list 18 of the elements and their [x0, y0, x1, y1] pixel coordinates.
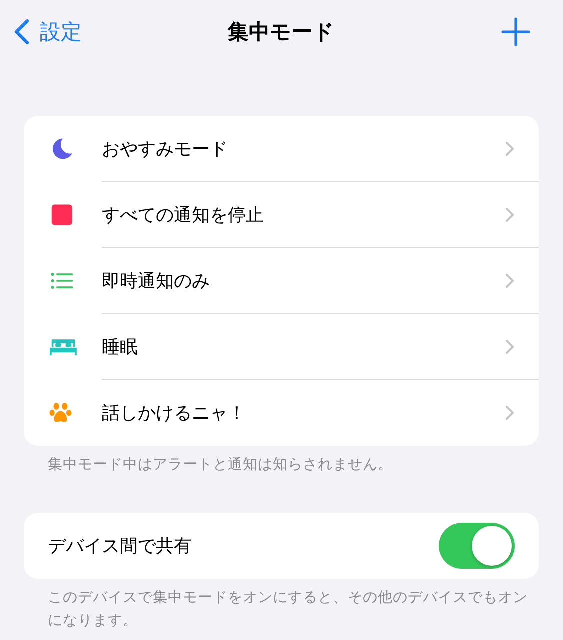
add-icon[interactable] — [501, 17, 531, 47]
back-button[interactable]: 設定 — [14, 18, 82, 46]
toggle-switch[interactable] — [439, 523, 515, 569]
focus-mode-item[interactable]: 即時通知のみ — [102, 268, 210, 292]
focus-mode-item[interactable]: おやすみモード — [102, 136, 228, 160]
focus-mode-item[interactable]: 話しかけるニャ！ — [102, 401, 246, 425]
back-icon — [14, 19, 30, 45]
footer-note: 集中モード中はアラートと通知は知らされません。 — [48, 456, 394, 475]
focus-mode-item[interactable]: すべての通知を停止 — [102, 202, 264, 226]
focus-mode-item[interactable]: 睡眠 — [102, 334, 138, 358]
chevron-icon — [505, 272, 515, 288]
chevron-icon — [505, 338, 515, 354]
chevron-icon — [505, 405, 515, 421]
share-label: デバイス間で共有 — [48, 535, 192, 558]
footer-note: このデバイスで集中モードをオンにすると、その他のデバイスでもオンになります。 — [48, 589, 529, 631]
page-title: 集中モード — [226, 19, 336, 46]
chevron-icon — [505, 206, 515, 222]
chevron-icon — [505, 140, 515, 156]
